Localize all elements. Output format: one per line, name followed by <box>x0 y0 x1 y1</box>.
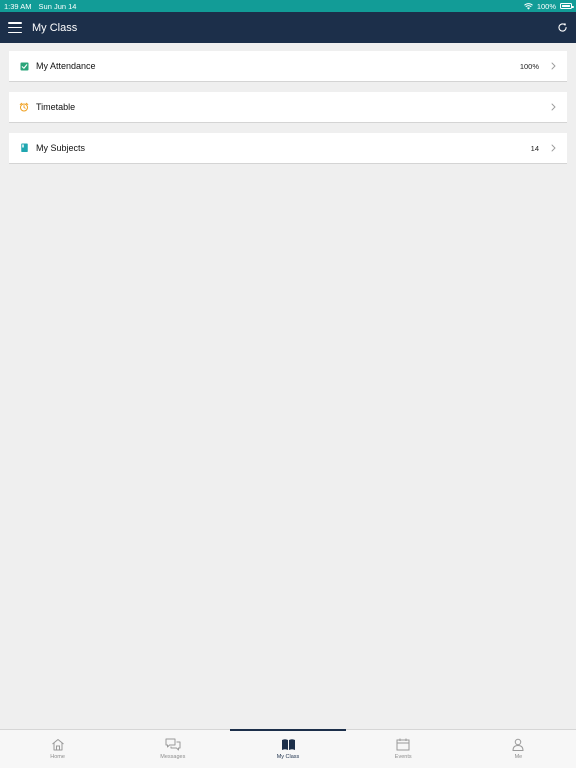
battery-fill <box>562 5 570 7</box>
status-bar: 1:39 AM Sun Jun 14 100% <box>0 0 576 12</box>
calendar-icon <box>396 738 410 751</box>
home-icon <box>51 739 64 751</box>
chevron-right-icon <box>551 144 557 152</box>
page-title: My Class <box>32 21 78 34</box>
chevron-right-icon <box>551 103 557 111</box>
wifi-icon <box>523 2 533 9</box>
status-time: 1:39 AM <box>4 1 32 11</box>
hamburger-menu-icon[interactable] <box>8 22 22 33</box>
tab-events-label: Events <box>394 754 412 760</box>
chat-bubbles-icon <box>165 738 181 751</box>
timetable-label: Timetable <box>36 102 76 112</box>
attendance-value: 100% <box>519 61 539 71</box>
tab-my-class[interactable]: My Class <box>230 729 346 768</box>
tab-messages[interactable]: Messages <box>115 730 230 768</box>
tab-me-label: Me <box>514 754 523 760</box>
book-icon <box>19 143 29 153</box>
refresh-icon[interactable] <box>556 22 568 34</box>
status-right: 100% <box>523 1 574 11</box>
attendance-row[interactable]: My Attendance 100% <box>9 51 567 82</box>
tab-my-class-label: My Class <box>276 754 300 760</box>
person-icon <box>512 738 524 751</box>
check-square-icon <box>19 61 29 71</box>
attendance-label: My Attendance <box>36 61 96 71</box>
timetable-row[interactable]: Timetable <box>9 92 567 123</box>
status-left: 1:39 AM Sun Jun 14 <box>4 2 76 11</box>
open-book-icon <box>281 739 295 750</box>
alarm-clock-icon <box>19 102 29 112</box>
tab-bar: Home Messages My Class Events Me <box>0 729 576 768</box>
tab-home-label: Home <box>50 754 65 760</box>
battery-percent: 100% <box>536 1 556 11</box>
subjects-label: My Subjects <box>36 143 86 153</box>
battery-icon <box>560 3 574 9</box>
tab-me[interactable]: Me <box>461 730 576 768</box>
class-menu-list: My Attendance 100% Timetable My Subjects… <box>9 51 567 174</box>
status-date: Sun Jun 14 <box>38 1 77 11</box>
subjects-count: 14 <box>530 143 539 153</box>
tab-messages-label: Messages <box>160 754 186 760</box>
chevron-right-icon <box>551 62 557 70</box>
tab-home[interactable]: Home <box>0 730 115 768</box>
tab-events[interactable]: Events <box>346 730 461 768</box>
nav-bar: My Class <box>0 12 576 43</box>
subjects-row[interactable]: My Subjects 14 <box>9 133 567 164</box>
